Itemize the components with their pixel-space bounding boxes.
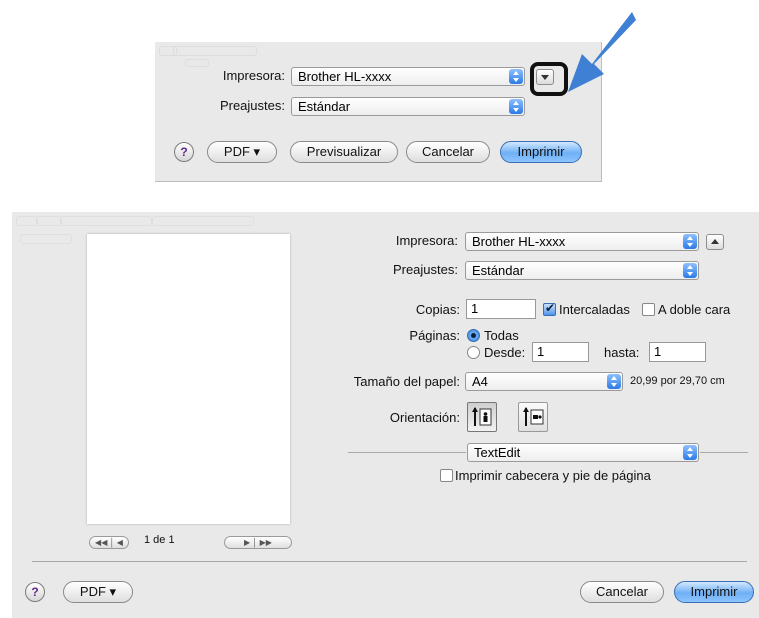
printer-value: Brother HL-xxxx — [472, 234, 566, 249]
pages-from-input[interactable]: 1 — [532, 342, 589, 362]
presets-value: Estándar — [472, 263, 525, 278]
footer-divider — [32, 561, 747, 562]
printer-label: Impresora: — [395, 233, 458, 248]
copies-input[interactable]: 1 — [466, 299, 536, 319]
presets-value: Estándar — [298, 99, 351, 114]
pages-label: Páginas: — [409, 328, 460, 343]
printer-value: Brother HL-xxxx — [298, 69, 392, 84]
pdf-menu-button[interactable]: PDF ▾ — [63, 581, 133, 603]
paper-size-dimensions: 20,99 por 29,70 cm — [630, 375, 725, 387]
two-sided-checkbox[interactable] — [642, 303, 655, 316]
header-footer-checkbox[interactable] — [440, 469, 453, 482]
paper-size-value: A4 — [472, 374, 488, 389]
popup-stepper-icon — [607, 374, 621, 389]
cancel-button[interactable]: Cancelar — [580, 581, 664, 603]
callout-arrow-icon — [568, 12, 636, 92]
expanded-print-dialog: ◀◀ │ ◀ 1 de 1 ▶ │ ▶▶ Impresora: Brother … — [12, 212, 759, 618]
pages-to-input[interactable]: 1 — [649, 342, 706, 362]
portrait-icon — [472, 407, 492, 426]
collated-checkbox[interactable] — [543, 301, 556, 316]
app-section-value: TextEdit — [474, 445, 521, 460]
popup-stepper-icon — [683, 445, 697, 460]
printer-label: Impresora: — [222, 68, 285, 83]
collapse-disclosure-button[interactable] — [706, 234, 724, 250]
collated-label: Intercaladas — [559, 302, 630, 317]
help-button[interactable]: ? — [174, 142, 194, 162]
printer-popup[interactable]: Brother HL-xxxx — [291, 67, 525, 86]
pages-all-label: Todas — [484, 328, 519, 343]
printer-popup[interactable]: Brother HL-xxxx — [465, 232, 699, 251]
help-button[interactable]: ? — [25, 582, 45, 602]
header-footer-label: Imprimir cabecera y pie de página — [455, 468, 651, 483]
page-preview — [87, 234, 290, 524]
pages-to-label: hasta: — [604, 345, 640, 360]
print-button[interactable]: Imprimir — [500, 141, 582, 163]
app-section-popup[interactable]: TextEdit — [467, 443, 699, 462]
popup-stepper-icon — [683, 234, 697, 249]
landscape-icon — [523, 407, 544, 426]
paper-size-label: Tamaño del papel: — [353, 374, 460, 389]
presets-popup[interactable]: Estándar — [291, 97, 525, 116]
preview-button[interactable]: Previsualizar — [290, 141, 398, 163]
landscape-orientation-button[interactable] — [518, 402, 548, 432]
section-divider-right — [700, 452, 748, 453]
pages-from-label: Desde: — [484, 345, 526, 360]
section-divider-left — [348, 452, 466, 453]
portrait-orientation-button[interactable] — [467, 402, 497, 432]
orientation-label: Orientación: — [389, 410, 460, 425]
copies-label: Copias: — [415, 302, 460, 317]
cancel-button[interactable]: Cancelar — [406, 141, 490, 163]
page-indicator: 1 de 1 — [144, 534, 175, 546]
pages-all-radio[interactable] — [467, 329, 480, 342]
paper-size-popup[interactable]: A4 — [465, 372, 623, 391]
first-prev-page-buttons[interactable]: ◀◀ │ ◀ — [89, 536, 129, 549]
presets-popup[interactable]: Estándar — [465, 261, 699, 280]
pdf-menu-button[interactable]: PDF ▾ — [207, 141, 277, 163]
two-sided-label: A doble cara — [658, 302, 731, 317]
presets-label: Preajustes: — [219, 98, 285, 113]
popup-stepper-icon — [683, 263, 697, 278]
presets-label: Preajustes: — [392, 262, 458, 277]
print-button[interactable]: Imprimir — [674, 581, 754, 603]
popup-stepper-icon — [509, 69, 523, 84]
pages-range-radio[interactable] — [467, 346, 480, 359]
popup-stepper-icon — [509, 99, 523, 114]
next-last-page-buttons[interactable]: ▶ │ ▶▶ — [224, 536, 292, 549]
